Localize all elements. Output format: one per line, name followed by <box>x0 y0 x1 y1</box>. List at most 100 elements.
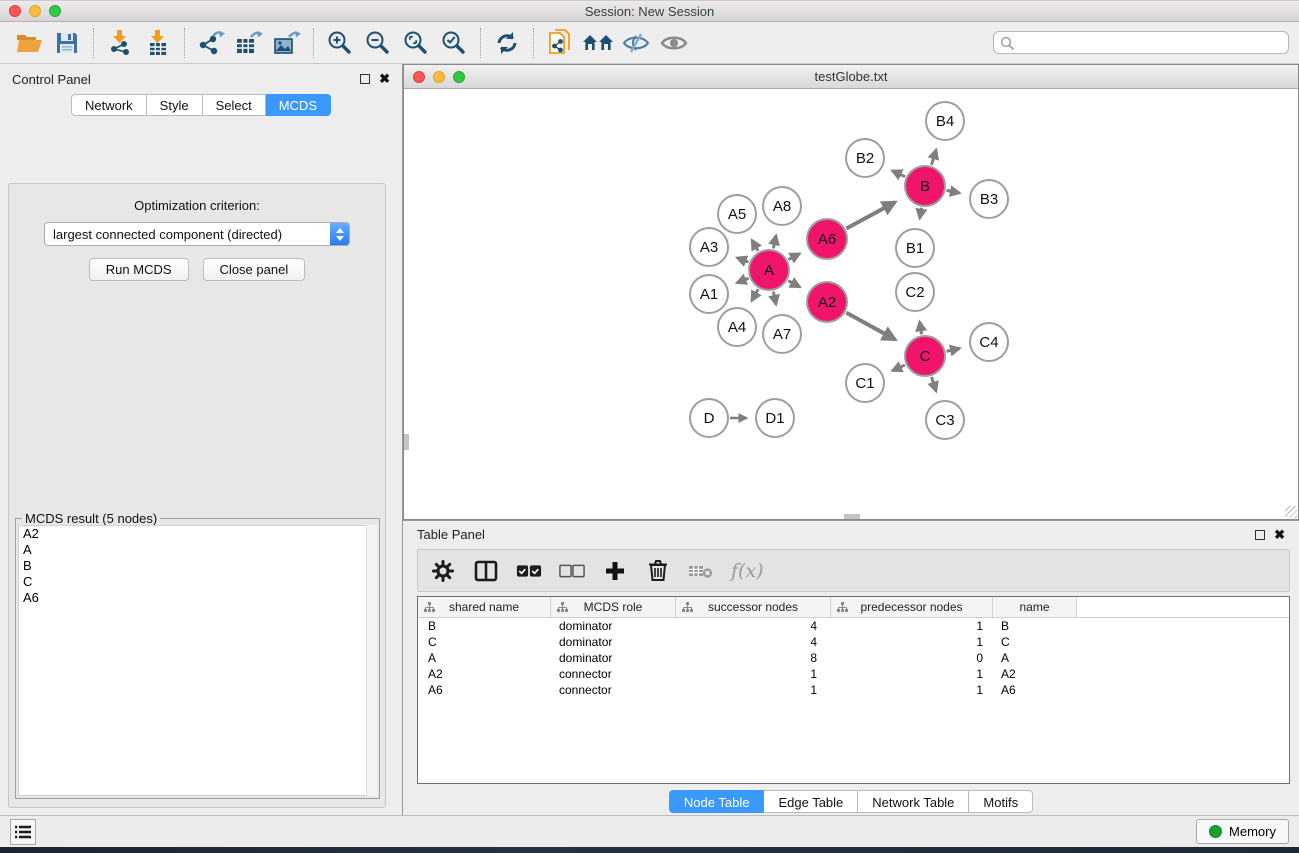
node-A3[interactable]: A3 <box>690 228 728 266</box>
node-C3[interactable]: C3 <box>926 401 964 439</box>
export-image-icon[interactable] <box>270 26 304 60</box>
zoom-check-icon[interactable] <box>437 26 471 60</box>
column-header-name[interactable]: name <box>993 597 1077 617</box>
node-A7[interactable]: A7 <box>763 315 801 353</box>
tab-select[interactable]: Select <box>203 94 266 116</box>
column-header-mcds-role[interactable]: MCDS role <box>551 597 676 617</box>
table-body[interactable]: Bdominator41BCdominator41CAdominator80AA… <box>418 618 1289 783</box>
import-network-icon[interactable] <box>103 26 137 60</box>
network-vertical-scrollbar[interactable] <box>404 434 409 450</box>
search-box[interactable] <box>993 31 1289 54</box>
tab-node-table[interactable]: Node Table <box>669 790 765 813</box>
result-list-item[interactable]: A6 <box>19 590 376 606</box>
node-B1[interactable]: B1 <box>896 229 934 267</box>
column-header-predecessor-nodes[interactable]: predecessor nodes <box>831 597 993 617</box>
plus-icon[interactable] <box>602 558 628 584</box>
tab-network[interactable]: Network <box>71 94 147 116</box>
mcds-result-list[interactable]: A2ABCA6 <box>18 525 377 796</box>
node-A5[interactable]: A5 <box>718 195 756 233</box>
run-mcds-button[interactable]: Run MCDS <box>89 258 189 281</box>
export-network-icon[interactable] <box>194 26 228 60</box>
network-window-titlebar[interactable]: testGlobe.txt <box>404 65 1298 89</box>
copy-network-icon[interactable] <box>543 26 577 60</box>
edge-A2-C[interactable] <box>846 313 895 340</box>
node-A2[interactable]: A2 <box>807 282 847 322</box>
close-panel-button[interactable]: Close panel <box>203 258 306 281</box>
search-input[interactable] <box>1018 36 1282 50</box>
result-scrollbar[interactable] <box>366 525 377 796</box>
node-B3[interactable]: B3 <box>970 180 1008 218</box>
folder-open-icon[interactable] <box>12 26 46 60</box>
export-table-icon[interactable] <box>232 26 266 60</box>
tab-network-table[interactable]: Network Table <box>858 790 969 813</box>
node-A6[interactable]: A6 <box>807 219 847 259</box>
zoom-out-icon[interactable] <box>361 26 395 60</box>
criterion-dropdown[interactable]: largest connected component (directed) <box>44 222 350 246</box>
eye-icon[interactable] <box>657 26 691 60</box>
refresh-icon[interactable] <box>490 26 524 60</box>
node-C2[interactable]: C2 <box>896 273 934 311</box>
edge-A-A8[interactable] <box>773 235 776 248</box>
table-row[interactable]: Cdominator41C <box>418 634 1289 650</box>
zoom-fit-icon[interactable] <box>399 26 433 60</box>
resize-grip-icon[interactable] <box>1285 506 1297 518</box>
close-table-panel-icon[interactable]: ✖ <box>1274 530 1285 540</box>
node-B4[interactable]: B4 <box>926 102 964 140</box>
table-row[interactable]: Bdominator41B <box>418 618 1289 634</box>
edge-A-A5[interactable] <box>752 240 758 251</box>
memory-button[interactable]: Memory <box>1196 819 1289 844</box>
trash-icon[interactable] <box>645 558 671 584</box>
houses-icon[interactable] <box>581 26 615 60</box>
node-C4[interactable]: C4 <box>970 323 1008 361</box>
tab-mcds[interactable]: MCDS <box>266 94 331 116</box>
edge-A-A6[interactable] <box>788 254 799 260</box>
node-C[interactable]: C <box>905 336 945 376</box>
table-row[interactable]: A2connector11A2 <box>418 666 1289 682</box>
network-horizontal-scrollbar[interactable] <box>844 514 860 519</box>
node-D[interactable]: D <box>690 399 728 437</box>
column-header-successor-nodes[interactable]: successor nodes <box>676 597 831 617</box>
edge-C-C3[interactable] <box>932 377 936 391</box>
close-panel-icon[interactable]: ✖ <box>379 74 390 84</box>
select-all-icon[interactable] <box>516 558 542 584</box>
edge-A-A4[interactable] <box>752 289 759 301</box>
node-A8[interactable]: A8 <box>763 187 801 225</box>
zoom-in-icon[interactable] <box>323 26 357 60</box>
node-A[interactable]: A <box>749 250 789 290</box>
save-icon[interactable] <box>50 26 84 60</box>
edge-B-B3[interactable] <box>947 190 960 193</box>
edge-C-C4[interactable] <box>946 348 959 351</box>
columns-icon[interactable] <box>473 558 499 584</box>
node-A4[interactable]: A4 <box>718 308 756 346</box>
tab-style[interactable]: Style <box>147 94 203 116</box>
node-B2[interactable]: B2 <box>846 139 884 177</box>
node-A1[interactable]: A1 <box>690 275 728 313</box>
result-list-item[interactable]: A <box>19 542 376 558</box>
import-table-icon[interactable] <box>141 26 175 60</box>
network-canvas[interactable]: B4B2BB3A8A5A6B1A3AC2A1A2A4A7C4CC1DD1C3 <box>404 89 1298 519</box>
node-D1[interactable]: D1 <box>756 399 794 437</box>
node-B[interactable]: B <box>905 166 945 206</box>
edge-B-B1[interactable] <box>920 208 922 219</box>
table-row[interactable]: A6connector11A6 <box>418 682 1289 698</box>
tab-edge-table[interactable]: Edge Table <box>764 790 858 813</box>
edge-A-A7[interactable] <box>773 292 776 305</box>
column-header-shared-name[interactable]: shared name <box>418 597 551 617</box>
edge-A-A2[interactable] <box>788 281 800 287</box>
float-table-panel-icon[interactable] <box>1255 530 1265 540</box>
table-row[interactable]: Adominator80A <box>418 650 1289 666</box>
result-list-item[interactable]: C <box>19 574 376 590</box>
edge-B-B4[interactable] <box>931 150 936 165</box>
task-history-button[interactable] <box>10 819 36 845</box>
float-panel-icon[interactable] <box>360 74 370 84</box>
edge-B-B2[interactable] <box>892 171 905 177</box>
eye-slash-icon[interactable] <box>619 26 653 60</box>
result-list-item[interactable]: A2 <box>19 526 376 542</box>
deselect-all-icon[interactable] <box>559 558 585 584</box>
edge-C-C1[interactable] <box>892 365 905 371</box>
edge-A-A3[interactable] <box>737 258 748 262</box>
edge-A6-B[interactable] <box>846 202 895 228</box>
tab-motifs[interactable]: Motifs <box>969 790 1033 813</box>
edge-A-A1[interactable] <box>737 278 749 283</box>
result-list-item[interactable]: B <box>19 558 376 574</box>
